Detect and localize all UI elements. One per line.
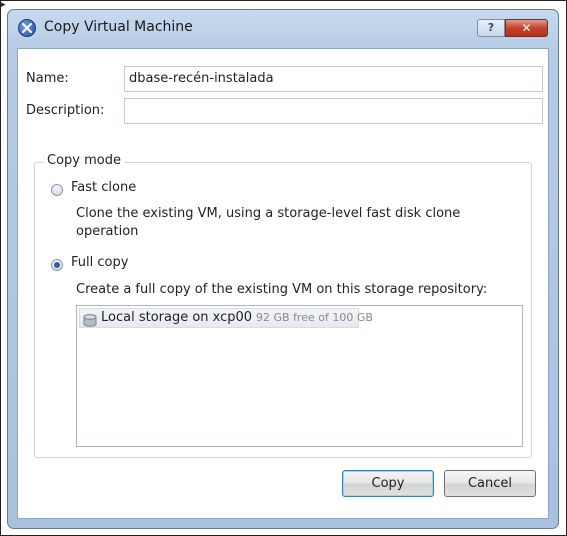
close-icon: ✕ (521, 21, 532, 35)
disk-icon (83, 312, 97, 327)
help-button[interactable]: ? (477, 19, 505, 37)
name-field[interactable]: dbase-recén-instalada (124, 66, 543, 92)
dialog-body: Name: dbase-recén-instalada Description:… (17, 48, 549, 519)
copy-vm-dialog: Copy Virtual Machine ? ✕ Name: dbase-rec… (7, 9, 559, 529)
screenshot-frame: ▸ Copy Virtual Machine ? ✕ Name: dbase-r… (0, 0, 567, 536)
storage-repository-list[interactable]: Local storage on xcp00 92 GB free of 100… (76, 305, 523, 447)
full-copy-radio[interactable] (51, 259, 63, 271)
cancel-button[interactable]: Cancel (444, 470, 536, 497)
app-logo-icon (18, 19, 36, 37)
copy-mode-legend: Copy mode (44, 153, 124, 168)
list-item[interactable]: Local storage on xcp00 92 GB free of 100… (79, 308, 373, 328)
full-copy-label[interactable]: Full copy (71, 255, 128, 270)
help-icon: ? (487, 21, 495, 34)
storage-name: Local storage on xcp00 (101, 310, 253, 325)
title-bar[interactable]: Copy Virtual Machine ? ✕ (8, 10, 558, 44)
storage-free-space: 92 GB free of 100 GB (256, 311, 373, 324)
fast-clone-label[interactable]: Fast clone (71, 180, 136, 195)
window-title: Copy Virtual Machine (44, 19, 193, 35)
description-label: Description: (26, 103, 105, 118)
fast-clone-radio[interactable] (51, 184, 63, 196)
fast-clone-description: Clone the existing VM, using a storage-l… (76, 206, 461, 239)
copy-button[interactable]: Copy (342, 470, 434, 497)
description-field[interactable] (124, 98, 543, 124)
full-copy-description: Create a full copy of the existing VM on… (76, 282, 488, 297)
close-button[interactable]: ✕ (505, 19, 548, 37)
name-label: Name: (26, 71, 69, 86)
corner-mark: ▸ (1, 0, 6, 10)
